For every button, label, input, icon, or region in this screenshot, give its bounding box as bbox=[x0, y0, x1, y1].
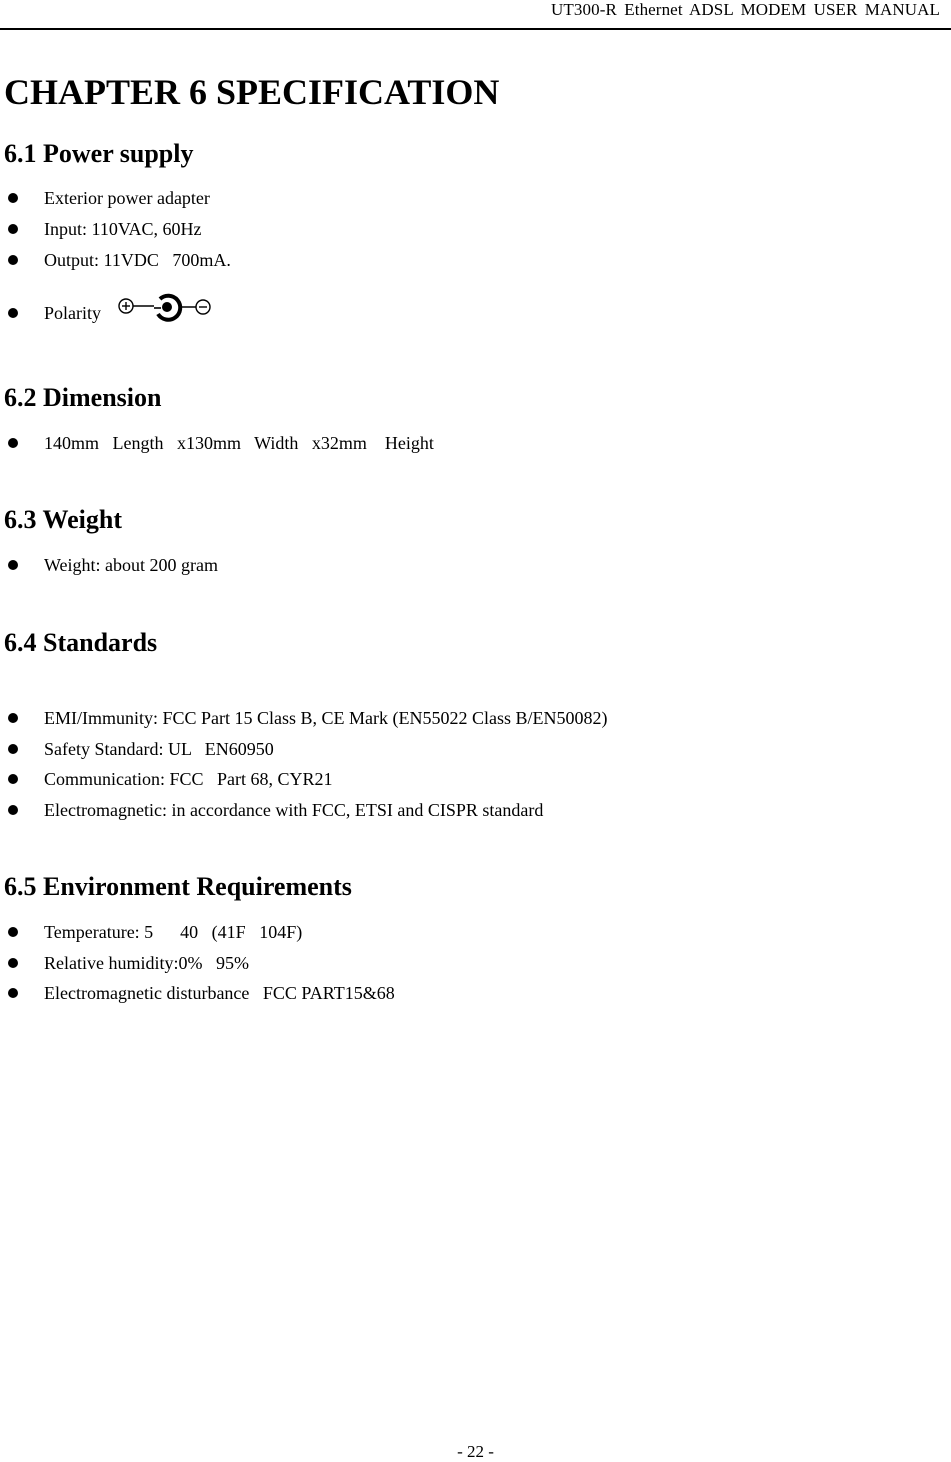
running-header: UT300-R Ethernet ADSL MODEM USER MANUAL bbox=[551, 0, 940, 19]
list-item-text: Communication: FCC Part 68, CYR21 bbox=[44, 769, 333, 789]
list-item: Relative humidity:0% 95% bbox=[8, 951, 249, 975]
list-item-text: Electromagnetic disturbance FCC PART15&6… bbox=[44, 983, 395, 1003]
bullet-icon bbox=[8, 744, 18, 754]
bullet-icon bbox=[8, 774, 18, 784]
center-positive-polarity-icon bbox=[118, 293, 211, 322]
bullet-icon bbox=[8, 255, 18, 265]
page-number: - 22 - bbox=[457, 1442, 494, 1461]
section-title-standards: 6.4 Standards bbox=[4, 628, 158, 657]
bullet-icon bbox=[8, 438, 18, 448]
section-title-weight: 6.3 Weight bbox=[4, 505, 122, 534]
bullet-icon bbox=[8, 193, 18, 203]
list-item-text: Polarity bbox=[44, 303, 101, 323]
list-item-text: EMI/Immunity: FCC Part 15 Class B, CE Ma… bbox=[44, 708, 608, 728]
bullet-icon bbox=[8, 308, 18, 318]
list-item-text: Temperature: 5 40 (41F 104F) bbox=[44, 922, 303, 942]
section-title-environment: 6.5 Environment Requirements bbox=[4, 872, 352, 901]
bullet-icon bbox=[8, 805, 18, 815]
list-item: Communication: FCC Part 68, CYR21 bbox=[8, 767, 333, 791]
bullet-icon bbox=[8, 224, 18, 234]
list-item: EMI/Immunity: FCC Part 15 Class B, CE Ma… bbox=[8, 706, 608, 730]
list-item-text: Exterior power adapter bbox=[44, 188, 210, 208]
list-item: Polarity bbox=[8, 293, 217, 325]
list-item: Exterior power adapter bbox=[8, 186, 210, 210]
list-item: Output: 11VDC 700mA. bbox=[8, 248, 231, 272]
list-item-text: Relative humidity:0% 95% bbox=[44, 953, 249, 973]
bullet-icon bbox=[8, 988, 18, 998]
list-item-text: 140mm Length x130mm Width x32mm Height bbox=[44, 433, 434, 453]
list-item-text: Output: 11VDC 700mA. bbox=[44, 250, 231, 270]
list-item-text: Safety Standard: UL EN60950 bbox=[44, 739, 274, 759]
list-item: Electromagnetic: in accordance with FCC,… bbox=[8, 798, 543, 822]
list-item: Safety Standard: UL EN60950 bbox=[8, 737, 274, 761]
header-rule bbox=[0, 28, 951, 30]
list-item-text: Weight: about 200 gram bbox=[44, 555, 219, 575]
list-item: Input: 110VAC, 60Hz bbox=[8, 217, 202, 241]
list-item: 140mm Length x130mm Width x32mm Height bbox=[8, 431, 434, 455]
section-title-power-supply: 6.1 Power supply bbox=[4, 139, 194, 168]
section-title-dimension: 6.2 Dimension bbox=[4, 383, 162, 412]
list-item: Temperature: 5 40 (41F 104F) bbox=[8, 920, 302, 944]
bullet-icon bbox=[8, 713, 18, 723]
bullet-icon bbox=[8, 560, 18, 570]
list-item: Electromagnetic disturbance FCC PART15&6… bbox=[8, 981, 395, 1005]
bullet-icon bbox=[8, 958, 18, 968]
bullet-icon bbox=[8, 927, 18, 937]
list-item: Weight: about 200 gram bbox=[8, 553, 218, 577]
list-item-text: Electromagnetic: in accordance with FCC,… bbox=[44, 800, 544, 820]
chapter-title: CHAPTER 6 SPECIFICATION bbox=[4, 72, 500, 112]
list-item-text: Input: 110VAC, 60Hz bbox=[44, 219, 202, 239]
